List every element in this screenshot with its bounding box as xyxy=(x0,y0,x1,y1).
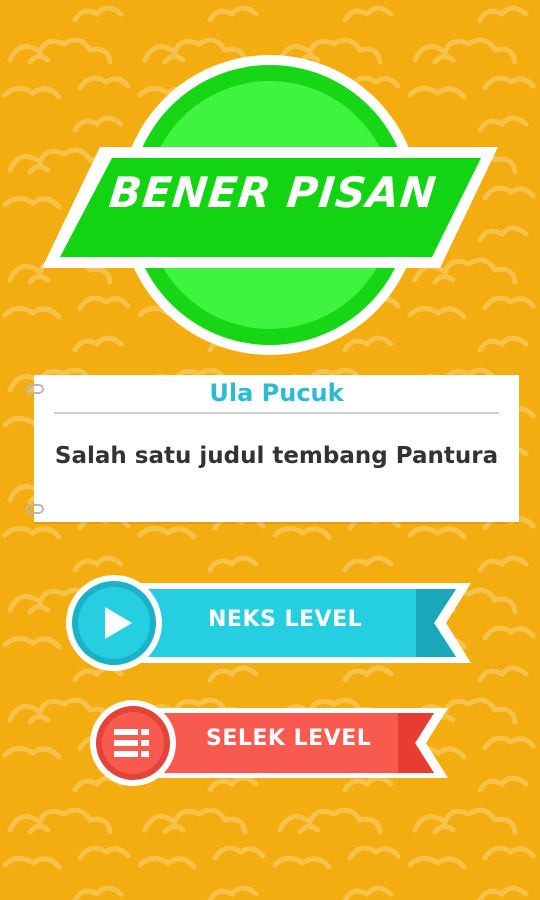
card-divider xyxy=(54,412,499,414)
question-text: Salah satu judul tembang Pantura xyxy=(54,443,499,469)
select-level-label: SELEK LEVEL xyxy=(206,726,372,751)
binder-ring-top xyxy=(26,384,44,394)
correct-badge: BENER PISAN xyxy=(38,50,508,360)
badge-label: BENER PISAN xyxy=(107,168,439,217)
next-level-button[interactable]: NEKS LEVEL xyxy=(66,575,476,671)
answer-card: Ula Pucuk Salah satu judul tembang Pantu… xyxy=(26,375,519,522)
answer-title: Ula Pucuk xyxy=(209,379,344,407)
play-icon xyxy=(105,607,132,639)
level-list-icon xyxy=(114,729,149,757)
binder-ring-bottom xyxy=(26,504,44,514)
select-level-button[interactable]: SELEK LEVEL xyxy=(90,700,450,786)
next-level-label: NEKS LEVEL xyxy=(208,607,363,632)
